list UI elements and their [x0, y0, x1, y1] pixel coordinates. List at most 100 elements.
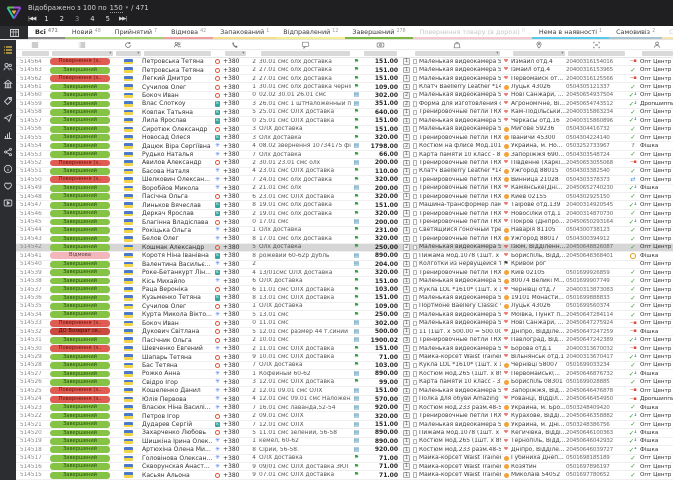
column-tracking-icon[interactable]	[566, 41, 626, 49]
sidebar-orders-list-icon[interactable]	[3, 44, 14, 55]
table-row[interactable]: 514533 Повернення (з.. Бокоч Иван +380 0 11.0…	[16, 320, 673, 328]
table-row[interactable]: 514555 Завершений Новосад Олеся k +380 3 Олх д…	[16, 134, 673, 143]
filter-name-input[interactable]	[143, 50, 211, 57]
page-button-1[interactable]: 1	[44, 15, 48, 23]
sidebar-tags-icon[interactable]	[3, 95, 14, 106]
app-logo[interactable]	[0, 0, 28, 26]
table-row[interactable]: 514540 Завершений Валентина Васильє... ✳ +38…	[16, 261, 673, 269]
sidebar-company-icon[interactable]	[3, 78, 14, 89]
table-row[interactable]: 514549 Завершений Воробйов Микола ✳ +380 2 21.…	[16, 185, 673, 193]
last-page-button[interactable]: ▶▶|	[119, 16, 127, 22]
table-row[interactable]: 514536 Завершений Кузьменко Тетяна k +380 8 13…	[16, 294, 673, 303]
table-row[interactable]: 514554 Завершений Дацюк Віра Сергіївна ✳ +38…	[16, 142, 673, 151]
table-row[interactable]: 514525 Повернення (з.. Кошеленко Данил ✳ +38…	[16, 387, 673, 396]
table-row[interactable]: 514542 Завершений Кошмак Александр +380 5 Олх…	[16, 243, 673, 253]
sidebar-reports-icon[interactable]	[3, 129, 14, 140]
sidebar-favorites-icon[interactable]	[3, 180, 14, 191]
tab-10[interactable]: Самовивіз 2	[609, 26, 663, 39]
grid-view-toggle[interactable]	[0, 26, 28, 39]
filter-channel-select[interactable]	[641, 50, 673, 57]
table-row[interactable]: 514538 Завершений Кісь Михайло ✳ +380 6 ОЛХ до…	[16, 277, 673, 286]
table-row[interactable]: 514522 Завершений Петров Ігор +380 2 09.01 см…	[16, 412, 673, 421]
table-row[interactable]: 514516 Завершений Скворунская Анаст... ✳ +38…	[16, 463, 673, 472]
table-row[interactable]: 514556 Завершений Сиротюк Олександр +380 3 ОЛ…	[16, 126, 673, 134]
filter-city-select[interactable]: ▾	[512, 50, 565, 57]
filter-flag-select[interactable]: ▾	[115, 50, 141, 57]
table-row[interactable]: 514515 Завершений Касьян Альона +380 9 07.01 …	[16, 471, 673, 480]
tab-5[interactable]: Запакований 1	[213, 26, 277, 39]
filter-product-select[interactable]: ▾	[414, 50, 500, 57]
first-page-button[interactable]: |◀◀	[28, 16, 36, 22]
filter-status-select[interactable]: ▾	[51, 50, 113, 57]
tab-3[interactable]: Прийнятий 7	[107, 26, 165, 39]
sidebar-video-help-icon[interactable]	[3, 197, 14, 208]
column-manager-icon[interactable]	[640, 41, 673, 49]
table-row[interactable]: 514545 Завершений Благінна Владіслава +380 0…	[16, 218, 673, 227]
tab-6[interactable]: Відправлений 12	[276, 26, 346, 39]
filter-phone-select[interactable]: ▾	[224, 50, 246, 57]
column-products-icon[interactable]	[413, 41, 501, 49]
table-row[interactable]: 514546 Завершений Деркач Ярослав k +380 2 19.0…	[16, 210, 673, 219]
filter-comment-input[interactable]	[260, 50, 350, 57]
table-row[interactable]: 514523 Завершений Власюк Ніна Василі... ✳ +3…	[16, 404, 673, 413]
table-row[interactable]: 514539 Завершений Роке-Бетанкурт Лін... k +3…	[16, 269, 673, 278]
table-row[interactable]: 514558 Завершений Ковпак Татьяна k +380 5 25.0…	[16, 109, 673, 118]
table-row[interactable]: 514529 Завершений Шапарь Тетяна +380 9 10.01 …	[16, 353, 673, 362]
column-refresh-icon[interactable]	[114, 41, 142, 49]
column-status-list-icon[interactable]	[20, 41, 50, 49]
tab-2[interactable]: Новий 48	[64, 26, 108, 39]
table-row[interactable]: 514541 Відмова Коротя Ніна Іванівна k +380 8 р…	[16, 252, 673, 261]
table-row[interactable]: 514518 Завершений Артюхіна Олена Ми... ✳ +38…	[16, 446, 673, 455]
sidebar-info-icon[interactable]	[3, 163, 14, 174]
tab-7[interactable]: Завершений 278	[345, 26, 413, 39]
page-button-2[interactable]: 2	[60, 15, 64, 23]
column-payment-icon[interactable]	[362, 41, 400, 49]
table-row[interactable]: 514532 ДО Возврат ск.. Дукович Світлана +38…	[16, 328, 673, 337]
table-row[interactable]: 514519 Завершений Шишкіна Ірина Олек... ✳ +3…	[16, 438, 673, 447]
table-row[interactable]: 514526 Завершений Свідро Ігор ✳ +380 3 12.01 с…	[16, 379, 673, 388]
page-button-5[interactable]: 5	[106, 15, 110, 23]
tab-9[interactable]: Нема в наявності 1	[531, 26, 610, 39]
table-row[interactable]: 514527 Завершений Рожко Анна ✳ +380 1 Кофейный…	[16, 370, 673, 379]
table-row[interactable]: 514520 Завершений Захарченко Любовь +380 5 11…	[16, 429, 673, 438]
sidebar-customers-icon[interactable]	[3, 61, 14, 72]
page-button-3[interactable]: 3	[75, 15, 79, 23]
per-page-caret-icon[interactable]: ▾	[126, 5, 129, 11]
sidebar-integrations-icon[interactable]	[3, 146, 14, 157]
table-row[interactable]: 514517 Завершений Головінова Олексан... ✳ +3…	[16, 455, 673, 463]
table-row[interactable]: 514537 Завершений Раца Вероніка +380 6 11.01 …	[16, 286, 673, 295]
tab-4[interactable]: Відмова 42	[164, 26, 214, 39]
tab-8[interactable]: Повернення товару (в дорозі) 0	[412, 26, 532, 39]
table-row[interactable]: 514561 Завершений Сучилов Олег +380 1 30.01 с…	[16, 83, 673, 92]
column-comment-icon[interactable]	[259, 41, 351, 49]
column-sort-list-icon[interactable]	[50, 41, 114, 49]
table-row[interactable]: 514528 Завершений Бас Тетяна +380 7 ОЛХ доста…	[16, 362, 673, 371]
column-location-icon[interactable]	[511, 41, 566, 49]
table-row[interactable]: 514559 Завершений Влас Слоткоу k +380 3 26.01 …	[16, 100, 673, 109]
table-row[interactable]: 514524 Повернення (з.. Юлія Первова ✳ +380 4 1…	[16, 396, 673, 404]
filter-sum-input[interactable]	[363, 50, 397, 57]
table-row[interactable]: 514521 Завершений Дударев Сергій k +380 7 12.0…	[16, 421, 673, 430]
page-button-4[interactable]: 4	[90, 15, 94, 23]
table-row[interactable]: 514544 Завершений Рокіцька Ольга ✳ +380 1 Олх …	[16, 227, 673, 236]
table-row[interactable]: 514550 Повернення (з.. Шелковин Олексан...…	[16, 176, 673, 185]
table-row[interactable]: 514557 Завершений Лила Ярослав k +380 0 25.01 …	[16, 117, 673, 126]
table-row[interactable]: 514531 Завершений Пасічник Ольга +380 2 10.01…	[16, 336, 673, 345]
table-row[interactable]: 514564 Повернення (з.. Петровська Тетяна +3…	[16, 58, 673, 67]
column-contacts-icon[interactable]	[142, 41, 212, 49]
table-row[interactable]: 514562 Повернення (з.. Легкий Дмитро +380 2 2…	[16, 75, 673, 84]
table-row[interactable]: 514563 Завершений Петровська Тетяна +380 2 27…	[16, 66, 673, 75]
table-row[interactable]: 514548 Завершений Пасічна Ольга +380 6 23.01 …	[16, 193, 673, 202]
tab-11[interactable]: Сервіси0	[662, 26, 673, 39]
per-page-select[interactable]: 150	[109, 4, 123, 13]
table-row[interactable]: 514543 Завершений Белов Олег ✳ +380 8 17.01 см…	[16, 235, 673, 244]
table-row[interactable]: 514560 Завершений Бокоч Иван +380 0 02.02 30.…	[16, 92, 673, 101]
table-row[interactable]: 514535 Завершений Сучилов Олег +380 1 ОЛХ дос…	[16, 303, 673, 312]
table-row[interactable]: 514551 Завершений Басова Наталя ✳ +380 4 23.01…	[16, 168, 673, 177]
tab-1[interactable]: Всі 471	[28, 26, 65, 39]
table-row[interactable]: 514553 Завершений Рудько Наталья ✳ +380 7 Олх …	[16, 151, 673, 160]
table-row[interactable]: 514530 Повернення (з.. Шевченко Евгений ✳ +3…	[16, 345, 673, 354]
table-row[interactable]: 514547 Завершений Линьков Вячеслав k +380 8 19…	[16, 201, 673, 210]
table-row[interactable]: 514534 Завершений Курта Микола Вікто... ✳ +3…	[16, 311, 673, 320]
column-phone-icon[interactable]	[223, 41, 247, 49]
